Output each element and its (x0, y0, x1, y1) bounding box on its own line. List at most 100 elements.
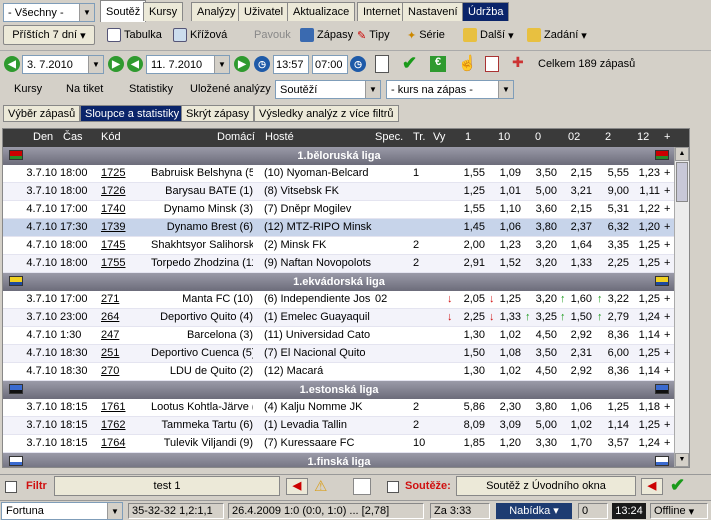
league-header[interactable]: 1.běloruská liga (3, 147, 675, 165)
cell-kod[interactable]: 1726 (101, 185, 131, 197)
tabulka-button[interactable]: Tabulka (107, 26, 162, 44)
warning-icon[interactable]: ⚠ (314, 477, 327, 495)
scroll-up-icon[interactable]: ▲ (675, 147, 689, 161)
cell-kod[interactable]: 1740 (101, 203, 131, 215)
cell-kod[interactable]: 251 (101, 347, 131, 359)
next-days-button[interactable]: Příštích 7 dní ▾ (3, 25, 95, 45)
tab-7[interactable]: Údržba (462, 2, 510, 21)
offline-status[interactable]: Offline ▾ (650, 503, 708, 519)
prev-date-icon[interactable]: ◀ (4, 56, 20, 72)
column-header-vy[interactable]: Vy (433, 131, 445, 143)
table-row[interactable]: 4.7.10 17:00 1740 Dynamo Minsk (3) (7) Dněpr… (3, 201, 675, 219)
cell-kod[interactable]: 1745 (101, 239, 131, 251)
hand-icon[interactable]: ☝ (458, 54, 477, 72)
column-header-cas[interactable]: Čas (63, 131, 83, 143)
na-tiket-label[interactable]: Na tiket (66, 83, 103, 95)
subtab-0[interactable]: Výběr zápasů (3, 105, 81, 122)
table-row[interactable]: 3.7.10 18:00 1725 Babruisk Belshyna (5) (10)… (3, 165, 675, 183)
table-row[interactable]: 3.7.10 18:00 1726 Barysau BATE (1) (8) Vitse… (3, 183, 675, 201)
next-date2-icon[interactable]: ▶ (234, 56, 250, 72)
prev-date2-icon[interactable]: ◀ (127, 56, 143, 72)
statistiky-label[interactable]: Statistiky (129, 83, 173, 95)
date-to-field[interactable]: 11. 7.2010 ▼ (146, 55, 230, 74)
arrow-back2-icon[interactable]: ◀ (641, 478, 663, 495)
add-to-ticket-icon[interactable]: + (664, 239, 670, 251)
cell-kod[interactable]: 264 (101, 311, 131, 323)
add-to-ticket-icon[interactable]: + (664, 365, 670, 377)
arrow-back-icon[interactable]: ◀ (286, 478, 308, 495)
column-header-host[interactable]: Hosté (265, 131, 294, 143)
league-header[interactable]: 1.estonská liga (3, 381, 675, 399)
column-header-o10[interactable]: 10 (498, 131, 510, 143)
table-row[interactable]: 4.7.10 18:00 1755 Torpedo Zhodzina (11) (9) … (3, 255, 675, 273)
add-to-ticket-icon[interactable]: + (664, 257, 670, 269)
add-to-ticket-icon[interactable]: + (664, 329, 670, 341)
tab-3[interactable]: Uživatel (238, 2, 290, 21)
tab-4[interactable]: Aktualizace (287, 2, 356, 21)
filter-select[interactable]: - Všechny - ▼ (3, 3, 95, 22)
nabidka-button[interactable]: Nabídka ▾ (496, 503, 572, 519)
league-header[interactable]: 1.finská liga (3, 453, 675, 467)
zapasy-button[interactable]: Zápasy (300, 26, 353, 44)
column-header-dom[interactable]: Domácí (217, 131, 255, 143)
next-date-icon[interactable]: ▶ (108, 56, 124, 72)
table-row[interactable]: 4.7.1018:00 1745 Shakhtsyor Salihorsk (4) (… (3, 237, 675, 255)
souteze-value-field[interactable]: Soutěž z Úvodního okna (456, 476, 636, 496)
tab-1[interactable]: Kursy (143, 2, 184, 21)
cell-kod[interactable]: 1725 (101, 167, 131, 179)
table-row[interactable]: 4.7.10 1:30 247 Barcelona (3) (11) Universid… (3, 327, 675, 345)
pavouk-button[interactable]: Pavouk (254, 26, 291, 44)
filter-name-field[interactable]: test 1 (54, 476, 280, 496)
kursy-label[interactable]: Kursy (14, 83, 42, 95)
serie-button[interactable]: ✦ Série (407, 26, 445, 44)
table-row[interactable]: 3.7.10 18:15 1762 Tammeka Tartu (6) (1) Leva… (3, 417, 675, 435)
cell-kod[interactable]: 270 (101, 365, 131, 377)
krizova-button[interactable]: Křížová (173, 26, 227, 44)
column-header-o12[interactable]: 12 (637, 131, 649, 143)
column-header-kod[interactable]: Kód (101, 131, 121, 143)
cell-kod[interactable]: 1761 (101, 401, 131, 413)
add-to-ticket-icon[interactable]: + (664, 185, 670, 197)
document-icon[interactable] (375, 55, 389, 73)
table-row[interactable]: 3.7.10 23:00 264 Deportivo Quito (4) (1) Eme… (3, 309, 675, 327)
scroll-down-icon[interactable]: ▼ (675, 453, 689, 467)
clock2-icon[interactable]: ◷ (350, 56, 366, 72)
column-header-den[interactable]: Den (33, 131, 53, 143)
tab-0[interactable]: Soutěž (100, 0, 147, 22)
table-row[interactable]: 4.7.10 18:30 251 Deportivo Cuenca (5) (7) El… (3, 345, 675, 363)
table-row[interactable]: 4.7.10 17:30 1739 Dynamo Brest (6) (12) MTZ-… (3, 219, 675, 237)
vertical-scrollbar[interactable]: ▲ ▼ (674, 147, 689, 467)
search-doc-icon[interactable] (353, 478, 371, 495)
add-to-ticket-icon[interactable]: + (664, 293, 670, 305)
column-header-o1[interactable]: 1 (465, 131, 471, 143)
kurs-select[interactable]: - kurs na zápas - ▼ (386, 80, 514, 99)
zadani-button[interactable]: Zadání ▾ (527, 26, 587, 44)
tab-2[interactable]: Analýzy (191, 2, 242, 21)
subtab-1[interactable]: Sloupce a statistiky (80, 105, 185, 122)
add-to-ticket-icon[interactable]: + (664, 311, 670, 323)
souteze-checkbox[interactable] (387, 481, 399, 493)
ulozene-analyzy-label[interactable]: Uložené analýzy (190, 83, 271, 95)
column-header-o0[interactable]: 0 (535, 131, 541, 143)
table-row[interactable]: 4.7.10 18:30 270 LDU de Quito (2) (12) Macar… (3, 363, 675, 381)
column-header-o2[interactable]: 2 (605, 131, 611, 143)
souteze-select[interactable]: Soutěží ▼ (275, 80, 381, 99)
bookmaker-select[interactable]: Fortuna ▼ (1, 502, 123, 520)
cell-kod[interactable]: 1762 (101, 419, 131, 431)
tab-5[interactable]: Internet (357, 2, 407, 21)
cell-kod[interactable]: 1755 (101, 257, 131, 269)
cell-kod[interactable]: 1764 (101, 437, 131, 449)
column-header-plus[interactable]: + (664, 131, 670, 143)
cell-kod[interactable]: 271 (101, 293, 131, 305)
date-from-field[interactable]: 3. 7.2010 ▼ (22, 55, 104, 74)
add-to-ticket-icon[interactable]: + (664, 401, 670, 413)
filtr-checkbox[interactable] (5, 481, 17, 493)
table-row[interactable]: 3.7.10 17:00 271 Manta FC (10) (6) Independi… (3, 291, 675, 309)
column-header-o02[interactable]: 02 (568, 131, 580, 143)
add-to-ticket-icon[interactable]: + (664, 347, 670, 359)
euro-icon[interactable]: € (430, 56, 446, 72)
add-to-ticket-icon[interactable]: + (664, 167, 670, 179)
add-to-ticket-icon[interactable]: + (664, 203, 670, 215)
column-header-tr[interactable]: Tr. (413, 131, 425, 143)
table-row[interactable]: 3.7.10 18:15 1764 Tulevik Viljandi (9) (7) K… (3, 435, 675, 453)
